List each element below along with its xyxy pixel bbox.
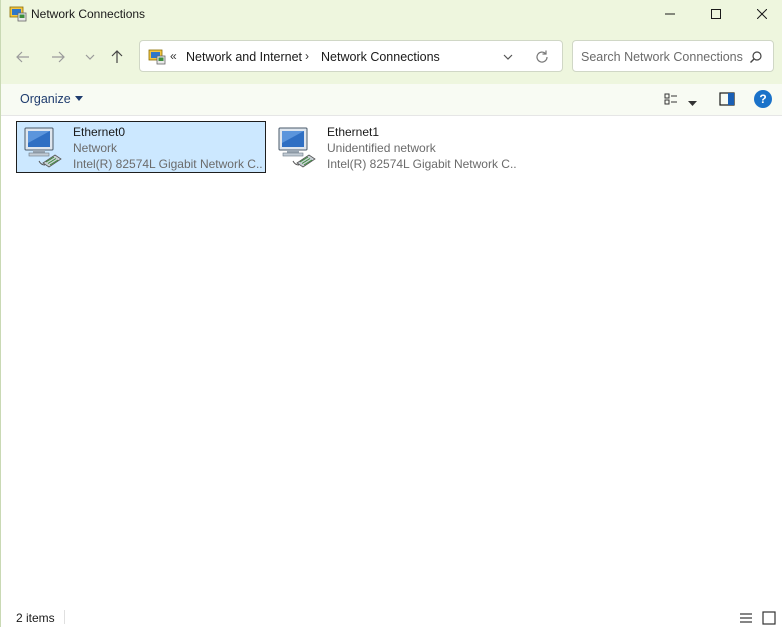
chevron-down-icon	[503, 54, 513, 60]
minimize-button[interactable]	[647, 0, 693, 28]
network-adapter-icon	[275, 125, 317, 169]
connection-name: Ethernet1	[327, 125, 380, 139]
maximize-icon	[711, 9, 721, 19]
breadcrumb-separator[interactable]: ›	[305, 49, 309, 63]
connection-status: Network	[73, 141, 118, 155]
address-bar[interactable]: « Network and Internet › Network Connect…	[139, 40, 563, 72]
preview-pane-icon	[719, 92, 735, 106]
file-list[interactable]: Ethernet0 Network Intel(R) 82574L Gigabi…	[1, 116, 782, 606]
status-divider	[64, 610, 65, 624]
up-button[interactable]	[105, 46, 129, 68]
caret-down-icon	[688, 101, 697, 106]
address-history-button[interactable]	[501, 50, 515, 64]
details-view-icon	[740, 613, 752, 623]
organize-label: Organize	[20, 92, 71, 106]
connection-name: Ethernet0	[73, 125, 126, 139]
connection-adapter: Intel(R) 82574L Gigabit Network C...	[73, 157, 263, 171]
connection-item-ethernet0[interactable]: Ethernet0 Network Intel(R) 82574L Gigabi…	[16, 121, 266, 173]
connection-item-ethernet1[interactable]: Ethernet1 Unidentified network Intel(R) …	[270, 121, 520, 173]
status-bar: 2 items	[1, 606, 782, 627]
preview-pane-button[interactable]	[719, 92, 735, 106]
close-button[interactable]	[739, 0, 782, 28]
item-count: 2 items	[16, 611, 55, 625]
breadcrumb-network-connections[interactable]: Network Connections	[321, 50, 440, 64]
title-bar[interactable]: Network Connections	[1, 0, 782, 28]
back-button[interactable]	[11, 46, 35, 68]
chevron-down-icon	[85, 54, 95, 60]
change-view-button[interactable]	[663, 91, 679, 107]
arrow-right-icon	[52, 51, 65, 63]
search-input[interactable]: Search Network Connections	[581, 50, 743, 64]
navigation-bar: « Network and Internet › Network Connect…	[1, 28, 782, 84]
forward-button[interactable]	[46, 46, 70, 68]
connection-adapter: Intel(R) 82574L Gigabit Network C...	[327, 157, 517, 171]
view-options-icon	[664, 93, 677, 105]
maximize-button[interactable]	[693, 0, 739, 28]
command-bar: Organize ?	[1, 84, 782, 116]
refresh-button[interactable]	[534, 49, 550, 65]
breadcrumb-network-and-internet[interactable]: Network and Internet	[186, 50, 302, 64]
close-icon	[757, 9, 767, 19]
network-adapter-icon	[21, 125, 63, 169]
breadcrumb-overflow[interactable]: «	[170, 49, 177, 63]
caret-down-icon	[74, 96, 83, 101]
recent-locations-button[interactable]	[78, 46, 102, 68]
help-icon: ?	[759, 92, 767, 106]
arrow-up-icon	[111, 50, 123, 63]
help-button[interactable]: ?	[754, 90, 772, 108]
minimize-icon	[665, 13, 675, 15]
search-icon[interactable]	[749, 50, 763, 64]
large-icons-view-button[interactable]	[762, 611, 776, 625]
more-views-button[interactable]	[688, 96, 697, 106]
details-view-button[interactable]	[739, 612, 753, 624]
organize-button[interactable]: Organize	[20, 92, 83, 106]
refresh-icon	[536, 50, 548, 63]
network-connections-icon	[9, 5, 27, 23]
window-title: Network Connections	[31, 7, 146, 21]
tiles-view-icon	[762, 611, 776, 625]
connection-status: Unidentified network	[327, 141, 436, 155]
search-box[interactable]: Search Network Connections	[572, 40, 774, 72]
network-connections-icon	[148, 48, 166, 66]
arrow-left-icon	[16, 51, 29, 63]
explorer-window: Network Connections « Network and Intern…	[0, 0, 782, 627]
